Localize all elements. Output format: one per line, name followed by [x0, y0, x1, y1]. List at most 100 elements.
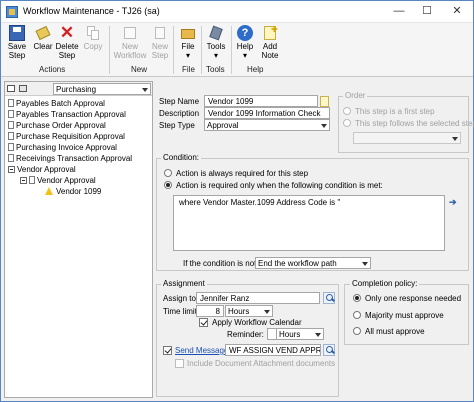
time-limit-unit-value: Hours [228, 307, 250, 316]
add-note-button[interactable]: ✚ Add Note [257, 25, 283, 63]
app-icon [6, 6, 18, 18]
chevron-down-icon [450, 134, 459, 143]
search-icon[interactable] [323, 344, 335, 356]
tree-item[interactable]: Payables Batch Approval [8, 99, 105, 109]
tree-item[interactable]: Receivings Transaction Approval [8, 154, 132, 164]
first-step-radio[interactable] [343, 107, 351, 115]
tree-item-label: Vendor 1099 [56, 187, 102, 196]
save-step-button[interactable]: Save Step [4, 25, 30, 63]
step-type-dropdown[interactable]: Approval [204, 119, 330, 131]
message-input[interactable]: WF ASSIGN VEND APPROVAL* [225, 344, 321, 356]
tree-item-label: Payables Batch Approval [16, 99, 105, 108]
note-icon[interactable] [320, 96, 329, 107]
help-menu-button[interactable]: ? Help ▾ [232, 25, 258, 63]
delete-step-button[interactable]: ✕ Delete Step [54, 24, 80, 63]
follows-step-radio[interactable] [343, 119, 351, 127]
time-limit-unit-dropdown[interactable]: Hours [225, 305, 273, 317]
tree-item[interactable]: Purchase Requisition Approval [8, 132, 125, 142]
workflow-type-icon [8, 132, 14, 140]
chevron-down-icon [319, 121, 328, 130]
tree-item[interactable]: Purchasing Invoice Approval [8, 143, 117, 153]
all-approve-radio[interactable] [353, 327, 361, 335]
include-attachments-label: Include Document Attachment documents [187, 359, 336, 368]
new-workflow-icon [122, 25, 138, 41]
new-workflow-button[interactable]: New Workflow [113, 25, 147, 63]
previous-step-dropdown[interactable] [353, 132, 461, 144]
add-note-label: Add Note [261, 42, 279, 60]
arrow-right-icon[interactable]: ➔ [449, 197, 459, 207]
condition-group-title: Condition: [161, 153, 202, 162]
category-dropdown[interactable]: Purchasing [53, 83, 151, 95]
conditional-required-radio[interactable] [164, 181, 172, 189]
category-value: Purchasing [56, 85, 97, 94]
tools-label: Tools ▾ [206, 42, 226, 60]
copy-icon [85, 25, 101, 41]
majority-radio[interactable] [353, 311, 361, 319]
tree-item-label: Vendor Approval [17, 165, 76, 174]
collapse-node-icon[interactable] [20, 177, 27, 184]
save-icon [9, 25, 25, 41]
folder-icon [180, 25, 196, 41]
group-help-label: Help [247, 65, 264, 74]
tree-item[interactable]: Vendor Approval [20, 176, 96, 186]
follows-step-label: This step follows the selected step: [355, 119, 474, 128]
step-name-input[interactable]: Vendor 1099 [204, 95, 318, 107]
new-step-button[interactable]: New Step [147, 25, 173, 63]
apply-calendar-checkbox[interactable] [199, 318, 208, 327]
assign-to-label: Assign to: [163, 294, 199, 303]
always-required-radio[interactable] [164, 169, 172, 177]
ribbon-separator [201, 26, 202, 74]
assign-to-input[interactable]: Jennifer Ranz [196, 292, 320, 304]
group-new-label: New [131, 65, 148, 74]
group-tools-label: Tools [206, 65, 225, 74]
clear-button[interactable]: Clear [30, 25, 56, 63]
not-met-dropdown[interactable]: End the workflow path [255, 257, 371, 269]
tree-item-label: Purchase Requisition Approval [16, 132, 125, 141]
collapse-node-icon[interactable] [8, 166, 15, 173]
condition-expression-box[interactable]: where Vendor Master.1099 Address Code is… [173, 195, 445, 251]
file-menu-button[interactable]: File ▾ [175, 25, 201, 63]
search-icon[interactable] [323, 292, 335, 304]
file-label: File ▾ [181, 42, 195, 60]
completion-policy-title: Completion policy: [350, 279, 420, 288]
tree-toolbar: Purchasing [5, 82, 152, 96]
send-message-link[interactable]: Send Message: [175, 346, 231, 355]
tree-item-selected[interactable]: Vendor 1099 [45, 187, 101, 197]
ribbon-separator [173, 26, 174, 74]
majority-label: Majority must approve [365, 311, 444, 320]
ribbon-toolbar: Save Step Clear ✕ Delete Step Copy Actio… [1, 23, 473, 77]
send-message-checkbox[interactable] [163, 346, 172, 355]
new-workflow-label: New Workflow [113, 42, 147, 60]
only-one-radio[interactable] [353, 294, 361, 302]
reminder-unit-dropdown[interactable]: Hours [276, 328, 324, 340]
description-input[interactable]: Vendor 1099 Information Check [204, 107, 330, 119]
workflow-type-icon [8, 121, 14, 129]
description-label: Description [159, 109, 200, 118]
close-button[interactable]: ✕ [443, 1, 471, 22]
copy-button[interactable]: Copy [80, 25, 106, 63]
tree-collapse-icon[interactable] [19, 84, 29, 93]
reminder-unit-value: Hours [279, 330, 301, 339]
note-icon: ✚ [262, 25, 278, 41]
group-file-label: File [182, 65, 195, 74]
workflow-type-icon [8, 110, 14, 118]
tree-item-label: Purchase Order Approval [16, 121, 106, 130]
step-type-value: Approval [207, 121, 239, 130]
minimize-button[interactable]: — [385, 1, 413, 22]
tree-item[interactable]: Purchase Order Approval [8, 121, 106, 131]
first-step-label: This step is a first step [355, 107, 435, 116]
tools-menu-button[interactable]: Tools ▾ [203, 25, 229, 63]
time-limit-input[interactable]: 8 [196, 305, 224, 317]
step-name-label: Step Name [159, 97, 200, 106]
chevron-down-icon [262, 307, 271, 316]
tree-item-label: Payables Transaction Approval [16, 110, 126, 119]
conditional-required-label: Action is required only when the followi… [176, 181, 383, 190]
tree-expand-icon[interactable] [7, 84, 17, 93]
tree-item[interactable]: Vendor Approval [8, 165, 76, 175]
clear-icon [35, 25, 51, 41]
tree-item-label: Vendor Approval [37, 176, 96, 185]
include-attachments-checkbox[interactable] [175, 359, 184, 368]
maximize-button[interactable]: ☐ [413, 1, 441, 22]
tree-item[interactable]: Payables Transaction Approval [8, 110, 126, 120]
ribbon-separator [109, 26, 110, 74]
